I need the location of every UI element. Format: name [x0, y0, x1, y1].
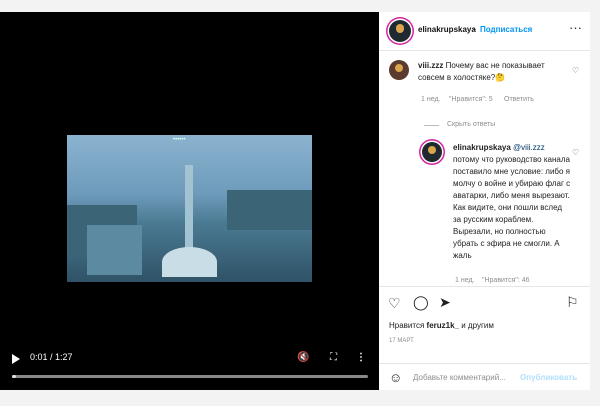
author-username[interactable]: elinakrupskaya	[418, 25, 476, 34]
video-frame[interactable]: ••••••	[67, 135, 312, 282]
save-icon[interactable]: ⚐	[566, 294, 579, 311]
commenter-username[interactable]: viii.zzz	[418, 61, 443, 70]
post-side-panel: elinakrupskaya • Подписаться ··· viii.zz…	[379, 12, 590, 390]
video-time: 0:01 / 1:27	[30, 352, 73, 362]
post-modal: •••••• 0:01 / 1:27 🔇 ⛶ ⋮ elinakrupskaya …	[0, 12, 590, 390]
add-comment-bar: ☺ Добавьте комментарий... Опубликовать	[379, 363, 590, 390]
liked-by-suffix: и другим	[459, 321, 494, 330]
post-date: 17 МАРТ	[389, 338, 414, 344]
reply-mention[interactable]: @viii.zzz	[513, 143, 545, 152]
commenter-avatar[interactable]	[389, 60, 409, 80]
publish-button[interactable]: Опубликовать	[520, 373, 577, 382]
post-actions: ♡ ◯ ➤ ⚐ Нравится feruz1k_ и другим 17 МА…	[379, 286, 590, 390]
reply-username[interactable]: elinakrupskaya	[453, 143, 511, 152]
more-icon[interactable]: ···	[569, 20, 582, 35]
hide-replies-line	[424, 125, 439, 126]
comment-likes[interactable]: "Нравится": 5	[449, 96, 493, 103]
reply-link[interactable]: Ответить	[504, 96, 534, 103]
more-options-icon[interactable]: ⋮	[356, 352, 366, 364]
video-progress-bar[interactable]	[12, 375, 368, 378]
reply-text: потому что руководство канала поставило …	[453, 155, 571, 260]
comment-like-icon[interactable]: ♡	[572, 66, 579, 75]
reply-avatar[interactable]	[422, 142, 442, 162]
video-player[interactable]: •••••• 0:01 / 1:27 🔇 ⛶ ⋮	[0, 12, 379, 390]
video-progress-fill	[12, 375, 17, 378]
share-icon[interactable]: ➤	[439, 294, 451, 311]
author-avatar[interactable]	[389, 20, 411, 42]
comment-time: 1 нед.	[421, 96, 441, 103]
header-separator: •	[473, 25, 476, 34]
liked-by: Нравится feruz1k_ и другим	[389, 321, 494, 330]
mute-icon[interactable]: 🔇	[297, 352, 309, 364]
comment-input[interactable]: Добавьте комментарий...	[413, 373, 506, 382]
liked-by-prefix: Нравится	[389, 321, 427, 330]
comment-icon[interactable]: ◯	[413, 294, 429, 311]
post-header: elinakrupskaya • Подписаться ···	[379, 12, 590, 51]
video-watermark: ••••••	[173, 137, 186, 143]
reply-like-icon[interactable]: ♡	[572, 148, 579, 157]
emoji-icon[interactable]: ☺	[389, 370, 402, 385]
liked-by-user[interactable]: feruz1k_	[427, 321, 459, 330]
follow-button[interactable]: Подписаться	[480, 25, 532, 34]
like-icon[interactable]: ♡	[388, 295, 401, 312]
hide-replies-link[interactable]: Скрыть ответы	[447, 121, 495, 128]
fullscreen-icon[interactable]: ⛶	[330, 352, 337, 364]
video-controls: 0:01 / 1:27 🔇 ⛶ ⋮	[0, 342, 379, 390]
play-icon[interactable]	[12, 354, 20, 364]
reply-likes[interactable]: "Нравится": 46	[482, 277, 530, 284]
reply-time: 1 нед.	[455, 277, 475, 284]
